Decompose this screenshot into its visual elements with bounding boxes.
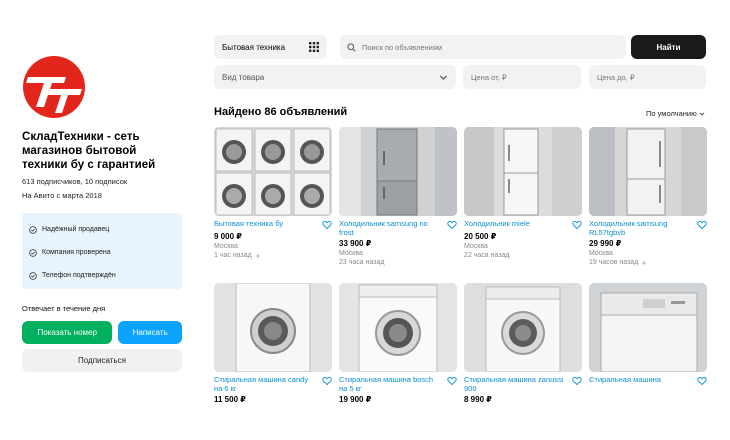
seller-name[interactable]: СкладТехники - сеть магазинов бытовой те… [22, 130, 182, 172]
category-label: Бытовая техника [222, 42, 286, 52]
listing-location: Москва [339, 250, 363, 257]
badge-label: Телефон подтверждён [42, 272, 116, 279]
badge-label: Компания проверена [42, 249, 111, 256]
listing-price: 8 990 ₽ [464, 395, 492, 404]
favorite-heart-icon[interactable] [572, 376, 582, 386]
listing-photo[interactable] [214, 127, 332, 216]
listing-photo[interactable] [464, 127, 582, 216]
promoted-flag-icon [255, 252, 261, 259]
search-icon [347, 42, 356, 52]
listing-photo[interactable] [214, 283, 332, 372]
search-input[interactable] [362, 42, 602, 52]
listing-title[interactable]: Стиральная машина candy на 6 кг [214, 375, 314, 393]
subscribe-button[interactable]: Подписаться [22, 349, 182, 372]
listing-time-text: 19 часов назад [589, 259, 639, 266]
listing-time-text: 23 часа назад [339, 259, 385, 266]
favorite-heart-icon[interactable] [447, 220, 457, 230]
listing-card[interactable]: Стиральная машина bosch на 5 кг 19 900 ₽ [339, 283, 457, 404]
find-button[interactable]: Найти [631, 35, 706, 59]
listing-time: 22 часа назад [464, 251, 582, 260]
promoted-flag-icon [641, 259, 647, 266]
reply-time: Отвечает в течение дня [22, 304, 106, 313]
listing-title[interactable]: Стиральная машина [589, 375, 689, 384]
chevron-down-icon [439, 75, 448, 80]
category-select[interactable]: Бытовая техника [214, 35, 327, 59]
item-type-select[interactable]: Вид товара [214, 65, 456, 89]
listing-photo[interactable] [339, 127, 457, 216]
sort-label: По умолчанию [646, 109, 697, 118]
favorite-heart-icon[interactable] [322, 220, 332, 230]
show-phone-button[interactable]: Показать номер [22, 321, 113, 344]
listing-price: 19 900 ₽ [339, 395, 372, 404]
listing-time-text: 1 час назад [214, 252, 252, 259]
listing-title[interactable]: Холодильник miele [464, 219, 564, 228]
chevron-down-icon [699, 112, 705, 116]
badge-phone-verified: Телефон подтверждён [29, 264, 175, 287]
listing-title[interactable]: Стиральная машина bosch на 5 кг [339, 375, 439, 393]
seller-panel: СкладТехники - сеть магазинов бытовой те… [22, 55, 182, 372]
check-circle-icon [29, 248, 37, 257]
check-circle-icon [29, 271, 37, 280]
favorite-heart-icon[interactable] [322, 376, 332, 386]
check-circle-icon [29, 225, 37, 234]
listing-card[interactable]: Холодильник miele 20 500 ₽ Москва 22 час… [464, 127, 582, 260]
listing-title[interactable]: Холодильник samsung no frost [339, 219, 439, 237]
listing-photo[interactable] [589, 283, 707, 372]
listing-time: 23 часа назад [339, 258, 457, 267]
favorite-heart-icon[interactable] [697, 376, 707, 386]
seller-logo[interactable] [22, 55, 86, 119]
listing-card[interactable]: Холодильник samsung no frost 33 900 ₽ Мо… [339, 127, 457, 267]
listing-card[interactable]: Стиральная машина [589, 283, 707, 386]
favorite-heart-icon[interactable] [697, 220, 707, 230]
listing-time-text: 22 часа назад [464, 252, 510, 259]
listing-title[interactable]: Стиральная машина zanussi 900 [464, 375, 564, 393]
favorite-heart-icon[interactable] [447, 376, 457, 386]
favorite-heart-icon[interactable] [572, 220, 582, 230]
results-count: Найдено 86 объявлений [214, 106, 348, 118]
listing-price: 33 900 ₽ [339, 239, 372, 248]
listing-location: Москва [464, 243, 488, 250]
listing-price: 9 000 ₽ [214, 232, 242, 241]
write-message-button[interactable]: Написать [118, 321, 182, 344]
listing-time: 19 часов назад [589, 258, 707, 267]
listing-card[interactable]: Холодильник samsung RL57tgbvb 29 990 ₽ М… [589, 127, 707, 267]
badge-reliable-seller: Надёжный продавец [29, 218, 175, 241]
listing-card[interactable]: Бытовая техника бу 9 000 ₽ Москва 1 час … [214, 127, 332, 260]
listing-photo[interactable] [589, 127, 707, 216]
listing-photo[interactable] [464, 283, 582, 372]
item-type-label: Вид товара [222, 72, 265, 82]
listing-location: Москва [214, 243, 238, 250]
seller-subscribers[interactable]: 613 подписчиков, 10 подписок [22, 177, 182, 187]
grid-icon [309, 42, 319, 52]
badge-label: Надёжный продавец [42, 226, 110, 233]
listing-title[interactable]: Холодильник samsung RL57tgbvb [589, 219, 689, 237]
price-to-input[interactable] [589, 65, 706, 89]
listing-price: 20 500 ₽ [464, 232, 497, 241]
search-box[interactable] [340, 35, 626, 59]
listing-title[interactable]: Бытовая техника бу [214, 219, 314, 228]
sort-select[interactable]: По умолчанию [646, 109, 705, 118]
listing-price: 29 990 ₽ [589, 239, 622, 248]
seller-badges: Надёжный продавец Компания проверена Тел… [22, 213, 182, 289]
listing-card[interactable]: Стиральная машина candy на 6 кг 11 500 ₽ [214, 283, 332, 404]
listing-photo[interactable] [339, 283, 457, 372]
listing-card[interactable]: Стиральная машина zanussi 900 8 990 ₽ [464, 283, 582, 404]
listing-time: 1 час назад [214, 251, 332, 260]
price-from-input[interactable] [463, 65, 581, 89]
listing-price: 11 500 ₽ [214, 395, 246, 404]
badge-company-verified: Компания проверена [29, 241, 175, 264]
listing-location: Москва [589, 250, 613, 257]
seller-since: На Авито с марта 2018 [22, 191, 102, 200]
